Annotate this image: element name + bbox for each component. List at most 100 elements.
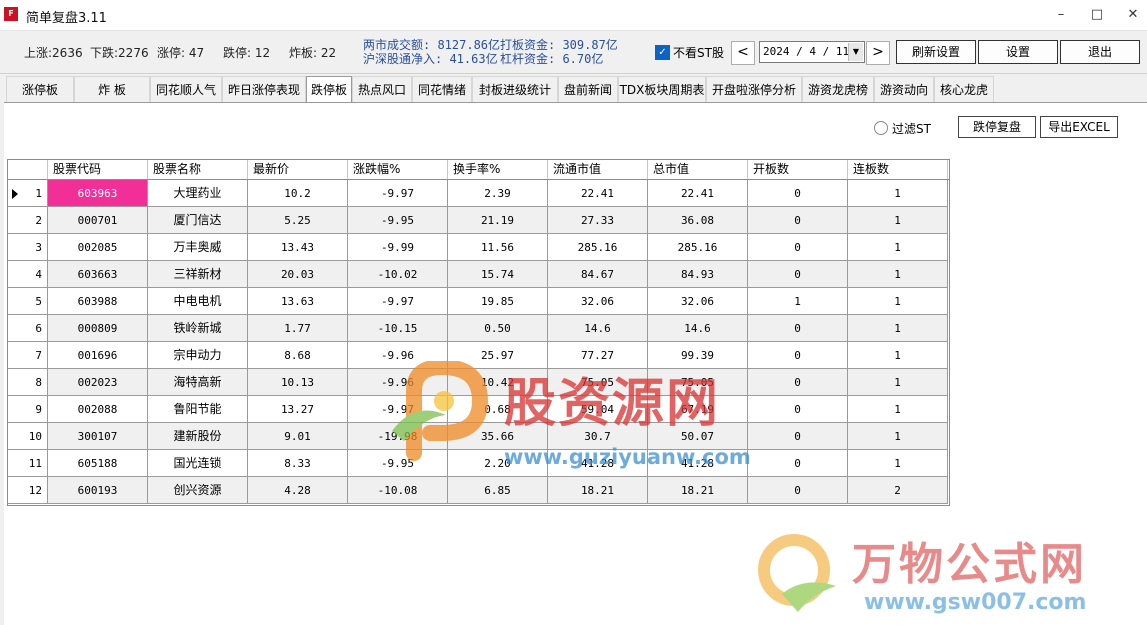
tab-limit-up[interactable]: 涨停板	[6, 76, 74, 103]
turnover-cell[interactable]: 35.66	[448, 423, 548, 450]
price-cell[interactable]: 13.43	[248, 234, 348, 261]
header-code[interactable]: 股票代码	[48, 160, 148, 179]
change-cell[interactable]: -9.95	[348, 450, 448, 477]
total-cap-cell[interactable]: 36.08	[648, 207, 748, 234]
table-row[interactable]: 12 600193 创兴资源 4.28 -10.08 6.85 18.21 18.21 0 2	[8, 477, 949, 504]
header-price[interactable]: 最新价	[248, 160, 348, 179]
total-cap-cell[interactable]: 32.06	[648, 288, 748, 315]
exit-button[interactable]: 退出	[1060, 40, 1140, 64]
float-cap-cell[interactable]: 18.21	[548, 477, 648, 504]
float-cap-cell[interactable]: 59.04	[548, 396, 648, 423]
code-cell[interactable]: 002088	[48, 396, 148, 423]
code-cell[interactable]: 603963	[48, 180, 148, 207]
dropdown-arrow-icon[interactable]: ▼	[848, 43, 863, 61]
boards-cell[interactable]: 2	[848, 477, 948, 504]
tab-limit-down[interactable]: 跌停板	[306, 76, 352, 105]
turnover-cell[interactable]: 11.56	[448, 234, 548, 261]
turnover-cell[interactable]: 6.85	[448, 477, 548, 504]
refresh-settings-button[interactable]: 刷新设置	[896, 40, 976, 64]
tab-hot-topics[interactable]: 热点风口	[352, 76, 412, 103]
tab-premarket-news[interactable]: 盘前新闻	[558, 76, 618, 103]
change-cell[interactable]: -10.02	[348, 261, 448, 288]
name-cell[interactable]: 大理药业	[148, 180, 248, 207]
turnover-cell[interactable]: 0.68	[448, 396, 548, 423]
table-row[interactable]: 5 603988 中电电机 13.63 -9.97 19.85 32.06 32.06 1 1	[8, 288, 949, 315]
code-cell[interactable]: 300107	[48, 423, 148, 450]
price-cell[interactable]: 10.2	[248, 180, 348, 207]
prev-date-button[interactable]: <	[731, 41, 755, 65]
change-cell[interactable]: -9.96	[348, 342, 448, 369]
name-cell[interactable]: 万丰奥威	[148, 234, 248, 261]
opens-cell[interactable]: 0	[748, 342, 848, 369]
table-row[interactable]: 6 000809 铁岭新城 1.77 -10.15 0.50 14.6 14.6 0 1	[8, 315, 949, 342]
opens-cell[interactable]: 0	[748, 234, 848, 261]
turnover-cell[interactable]: 2.39	[448, 180, 548, 207]
header-boards[interactable]: 连板数	[848, 160, 948, 179]
settings-button[interactable]: 设置	[978, 40, 1058, 64]
change-cell[interactable]: -10.15	[348, 315, 448, 342]
limit-down-review-button[interactable]: 跌停复盘	[958, 116, 1036, 138]
opens-cell[interactable]: 0	[748, 423, 848, 450]
table-row[interactable]: 1 603963 大理药业 10.2 -9.97 2.39 22.41 22.41 0 1	[8, 180, 949, 207]
name-cell[interactable]: 创兴资源	[148, 477, 248, 504]
boards-cell[interactable]: 1	[848, 450, 948, 477]
code-cell[interactable]: 002023	[48, 369, 148, 396]
name-cell[interactable]: 建新股份	[148, 423, 248, 450]
code-cell[interactable]: 603988	[48, 288, 148, 315]
header-change[interactable]: 涨跌幅%	[348, 160, 448, 179]
opens-cell[interactable]: 0	[748, 261, 848, 288]
code-cell[interactable]: 600193	[48, 477, 148, 504]
name-cell[interactable]: 铁岭新城	[148, 315, 248, 342]
total-cap-cell[interactable]: 18.21	[648, 477, 748, 504]
minimize-button[interactable]: –	[1049, 6, 1073, 24]
total-cap-cell[interactable]: 84.93	[648, 261, 748, 288]
tab-ths-popularity[interactable]: 同花顺人气	[150, 76, 222, 103]
change-cell[interactable]: -9.97	[348, 180, 448, 207]
boards-cell[interactable]: 1	[848, 423, 948, 450]
maximize-button[interactable]: □	[1085, 6, 1109, 24]
code-cell[interactable]: 002085	[48, 234, 148, 261]
turnover-cell[interactable]: 2.20	[448, 450, 548, 477]
turnover-cell[interactable]: 10.42	[448, 369, 548, 396]
filter-st-radio[interactable]	[874, 121, 888, 135]
float-cap-cell[interactable]: 84.67	[548, 261, 648, 288]
total-cap-cell[interactable]: 41.28	[648, 450, 748, 477]
turnover-cell[interactable]: 0.50	[448, 315, 548, 342]
total-cap-cell[interactable]: 75.05	[648, 369, 748, 396]
name-cell[interactable]: 三祥新材	[148, 261, 248, 288]
row-number-cell[interactable]: 4	[8, 261, 48, 288]
row-number-cell[interactable]: 11	[8, 450, 48, 477]
tab-hotmoney-list[interactable]: 游资龙虎榜	[802, 76, 874, 103]
row-number-cell[interactable]: 8	[8, 369, 48, 396]
name-cell[interactable]: 宗申动力	[148, 342, 248, 369]
opens-cell[interactable]: 0	[748, 369, 848, 396]
row-number-cell[interactable]: 6	[8, 315, 48, 342]
row-number-cell[interactable]: 3	[8, 234, 48, 261]
change-cell[interactable]: -19.98	[348, 423, 448, 450]
row-number-cell[interactable]: 7	[8, 342, 48, 369]
row-number-cell[interactable]: 5	[8, 288, 48, 315]
row-number-cell[interactable]: 12	[8, 477, 48, 504]
row-number-cell[interactable]: 9	[8, 396, 48, 423]
name-cell[interactable]: 鲁阳节能	[148, 396, 248, 423]
change-cell[interactable]: -9.99	[348, 234, 448, 261]
opens-cell[interactable]: 0	[748, 477, 848, 504]
price-cell[interactable]: 13.63	[248, 288, 348, 315]
table-row[interactable]: 4 603663 三祥新材 20.03 -10.02 15.74 84.67 84.93 0 1	[8, 261, 949, 288]
boards-cell[interactable]: 1	[848, 180, 948, 207]
price-cell[interactable]: 10.13	[248, 369, 348, 396]
float-cap-cell[interactable]: 27.33	[548, 207, 648, 234]
tab-broken-board[interactable]: 炸 板	[74, 76, 150, 103]
tab-sentiment[interactable]: 同花情绪	[412, 76, 472, 103]
opens-cell[interactable]: 0	[748, 180, 848, 207]
total-cap-cell[interactable]: 50.07	[648, 423, 748, 450]
float-cap-cell[interactable]: 75.05	[548, 369, 648, 396]
opens-cell[interactable]: 0	[748, 396, 848, 423]
price-cell[interactable]: 5.25	[248, 207, 348, 234]
header-opens[interactable]: 开板数	[748, 160, 848, 179]
code-cell[interactable]: 001696	[48, 342, 148, 369]
change-cell[interactable]: -9.97	[348, 288, 448, 315]
boards-cell[interactable]: 1	[848, 342, 948, 369]
tab-core-dragon[interactable]: 核心龙虎	[934, 76, 994, 103]
boards-cell[interactable]: 1	[848, 234, 948, 261]
